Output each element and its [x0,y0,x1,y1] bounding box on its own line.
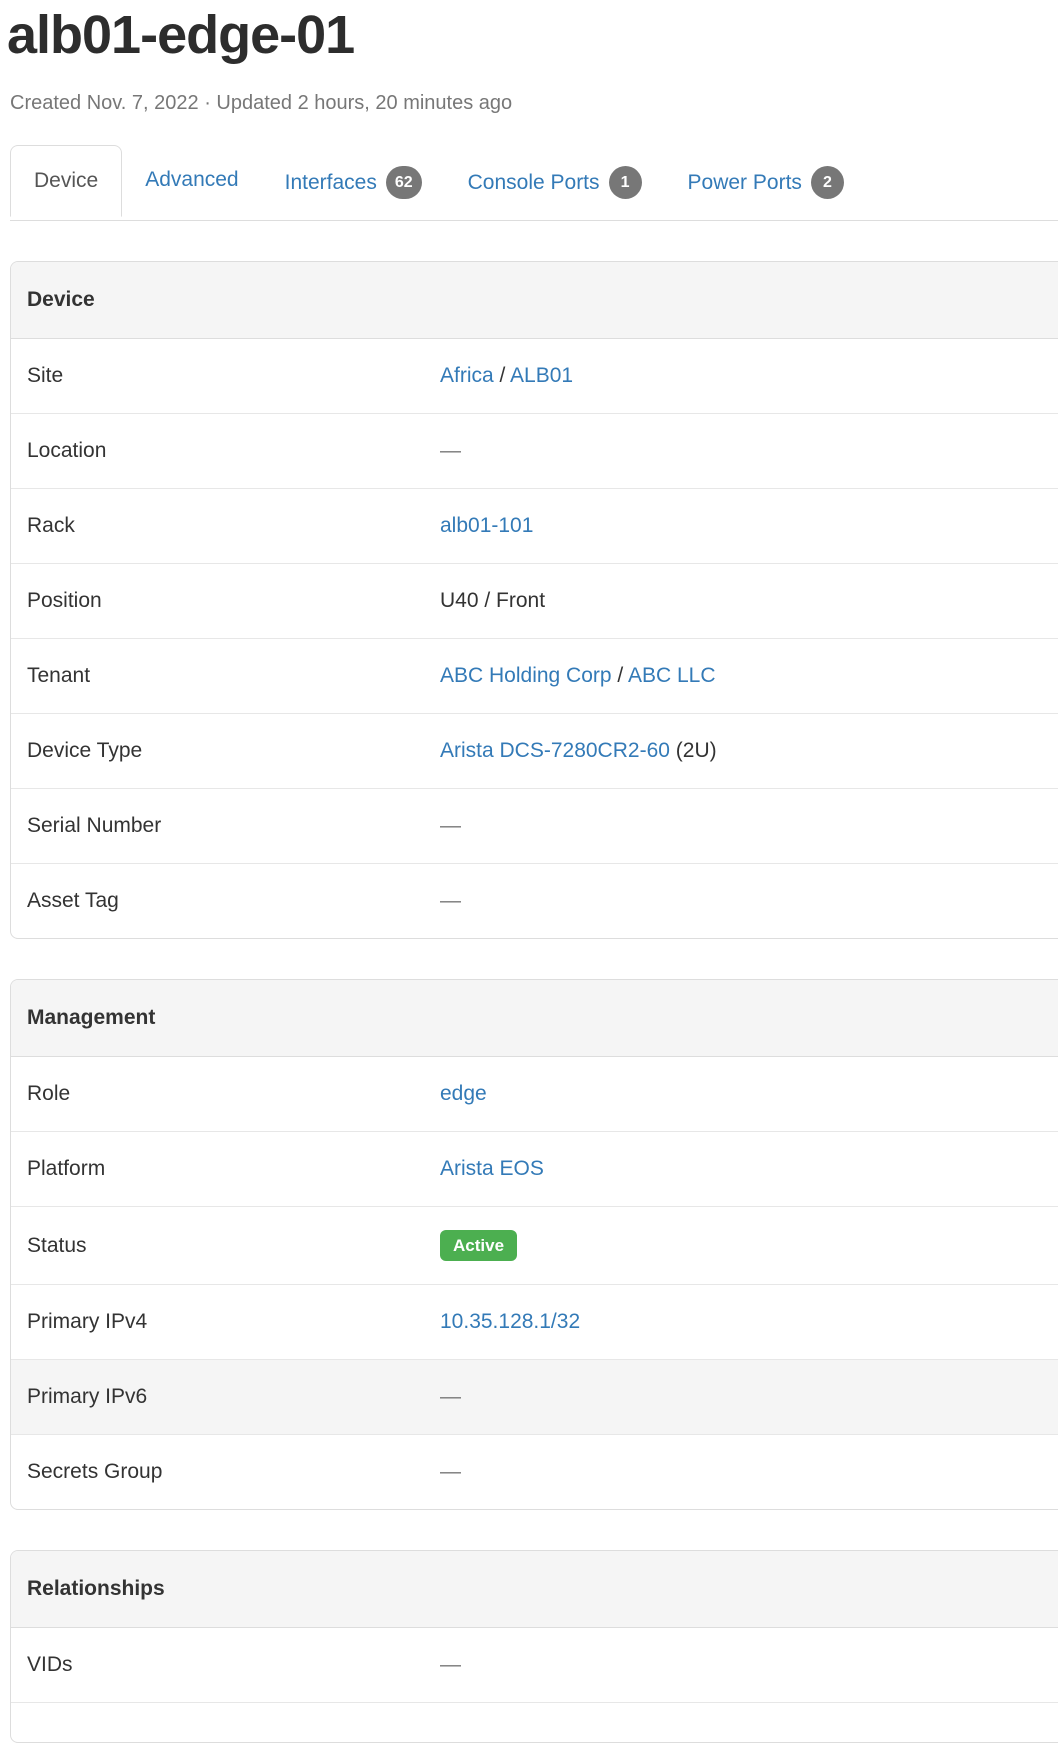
value-link[interactable]: 10.35.128.1/32 [440,1310,580,1333]
row-label: VIDs [11,1651,440,1679]
row-label: Asset Tag [11,887,440,915]
empty-value-dash: — [440,814,461,837]
value-link[interactable]: alb01-101 [440,514,533,537]
panel-management: ManagementRoleedgePlatformArista EOSStat… [10,979,1058,1510]
row-value: U40 / Front [440,587,545,615]
table-row: Rackalb01-101 [11,488,1058,563]
empty-value-dash: — [440,889,461,912]
page-title: alb01-edge-01 [7,6,1058,65]
table-row: Device TypeArista DCS-7280CR2-60 (2U) [11,713,1058,788]
row-label: Platform [11,1155,440,1183]
row-value: alb01-101 [440,512,533,540]
row-value: Active [440,1230,517,1261]
table-row [11,1702,1058,1742]
row-value: — [440,1651,461,1679]
table-row: Primary IPv6— [11,1359,1058,1434]
table-row: PlatformArista EOS [11,1131,1058,1206]
panel-title: Device [11,262,1058,339]
tab-count-badge: 2 [811,166,844,199]
empty-value-dash: — [440,1460,461,1483]
table-row: Asset Tag— [11,863,1058,938]
value-link[interactable]: ALB01 [510,364,573,387]
tab-label: Console Ports [468,169,600,197]
row-value: — [440,1458,461,1486]
empty-value-dash: — [440,439,461,462]
row-label: Tenant [11,662,440,690]
row-label: Secrets Group [11,1458,440,1486]
row-label: Position [11,587,440,615]
tab-interfaces[interactable]: Interfaces 62 [262,145,445,220]
tab-power-ports[interactable]: Power Ports 2 [665,145,867,220]
created-updated-text: Created Nov. 7, 2022 · Updated 2 hours, … [10,92,1058,115]
tab-label: Device [34,167,98,195]
value-text: / [494,364,510,387]
tab-bar: Device Advanced Interfaces 62 Console Ports 1… [10,145,1058,221]
tab-label: Advanced [145,166,238,194]
row-label: Role [11,1080,440,1108]
table-row: TenantABC Holding Corp / ABC LLC [11,638,1058,713]
table-row: Serial Number— [11,788,1058,863]
row-label: Device Type [11,737,440,765]
row-value: ABC Holding Corp / ABC LLC [440,662,716,690]
status-badge[interactable]: Active [440,1230,517,1261]
tab-count-badge: 62 [386,166,422,199]
table-row: Secrets Group— [11,1434,1058,1509]
value-link[interactable]: Africa [440,364,494,387]
table-row: Roleedge [11,1057,1058,1131]
empty-value-dash: — [440,1385,461,1408]
row-value: 10.35.128.1/32 [440,1308,580,1336]
panel-device: DeviceSiteAfrica / ALB01Location—Rackalb… [10,261,1058,939]
tab-count-badge: 1 [609,166,642,199]
row-label: Primary IPv6 [11,1383,440,1411]
row-label: Site [11,362,440,390]
tab-label: Power Ports [688,169,802,197]
table-row: Primary IPv410.35.128.1/32 [11,1284,1058,1359]
value-link[interactable]: ABC Holding Corp [440,664,612,687]
value-link[interactable]: edge [440,1082,487,1105]
table-row: Location— [11,413,1058,488]
panels-container: DeviceSiteAfrica / ALB01Location—Rackalb… [0,261,1058,1743]
panel-relationships: RelationshipsVIDs— [10,1550,1058,1743]
tab-device[interactable]: Device [10,145,122,217]
row-label: Serial Number [11,812,440,840]
value-text: / [612,664,628,687]
value-link[interactable]: Arista DCS-7280CR2-60 [440,739,670,762]
tab-advanced[interactable]: Advanced [122,145,261,215]
row-label: Primary IPv4 [11,1308,440,1336]
row-value: — [440,437,461,465]
value-link[interactable]: ABC LLC [628,664,716,687]
table-row: PositionU40 / Front [11,563,1058,638]
table-row: StatusActive [11,1206,1058,1284]
tab-label: Interfaces [285,169,377,197]
panel-title: Management [11,980,1058,1057]
device-detail-page: alb01-edge-01 Created Nov. 7, 2022 · Upd… [0,6,1058,1743]
row-label: Rack [11,512,440,540]
value-link[interactable]: Arista EOS [440,1157,544,1180]
row-value: — [440,887,461,915]
tab-console-ports[interactable]: Console Ports 1 [445,145,665,220]
table-row: SiteAfrica / ALB01 [11,339,1058,413]
row-value: Arista EOS [440,1155,544,1183]
row-value: Arista DCS-7280CR2-60 (2U) [440,737,717,765]
row-value: Africa / ALB01 [440,362,573,390]
row-label: Location [11,437,440,465]
value-text: U40 / Front [440,589,545,612]
table-row: VIDs— [11,1628,1058,1702]
row-value: — [440,1383,461,1411]
row-value: edge [440,1080,487,1108]
empty-value-dash: — [440,1653,461,1676]
row-value: — [440,812,461,840]
panel-title: Relationships [11,1551,1058,1628]
row-label: Status [11,1232,440,1260]
value-text: (2U) [670,739,717,762]
